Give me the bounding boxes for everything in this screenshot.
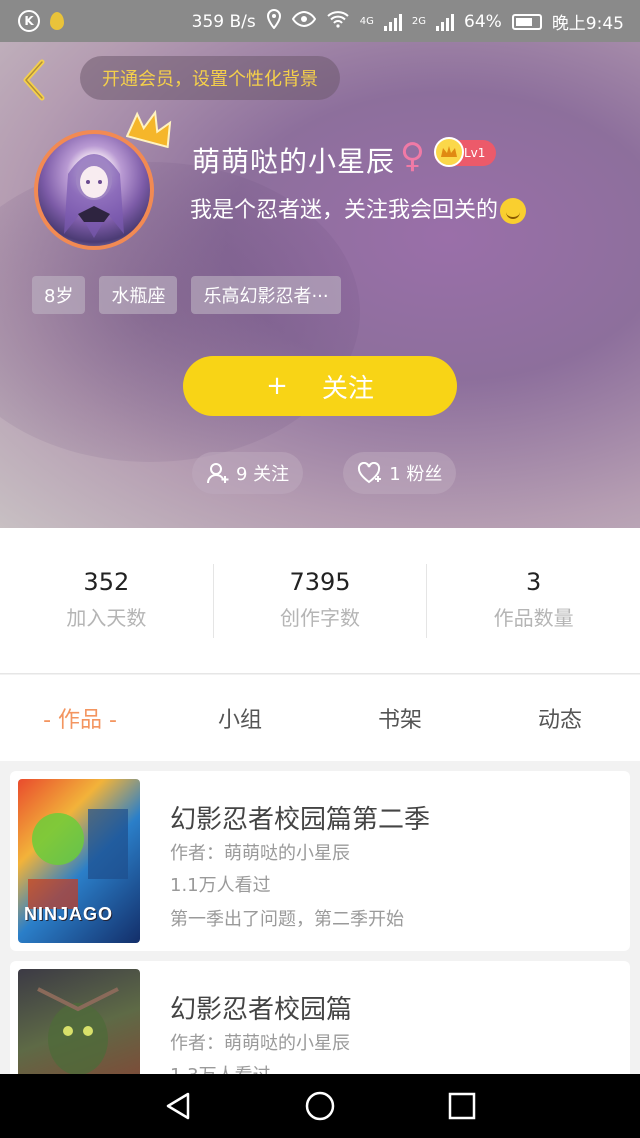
- cover-logo-text: NINJAGO: [24, 904, 114, 924]
- work-cover-image: [18, 969, 140, 1074]
- following-count: 9 关注: [236, 464, 290, 485]
- signal-icon-2: [436, 13, 455, 31]
- fans-button[interactable]: 1 粉丝: [343, 452, 457, 494]
- tag-interest: 乐高幻影忍者···: [191, 276, 341, 314]
- tab-works[interactable]: - 作品 -: [0, 702, 160, 734]
- nav-recents-button[interactable]: [446, 1090, 478, 1122]
- stat-value: 7395: [289, 567, 351, 596]
- plus-icon: +: [266, 371, 288, 401]
- square-recents-icon: [448, 1092, 476, 1120]
- fans-count: 1 粉丝: [389, 464, 443, 485]
- work-cover-image: NINJAGO: [18, 779, 140, 943]
- work-title: 幻影忍者校园篇: [170, 995, 353, 1025]
- tab-bookshelf[interactable]: 书架: [320, 702, 480, 734]
- nav-home-button[interactable]: [304, 1090, 336, 1122]
- battery-icon: [511, 13, 542, 30]
- stat-label: 作品数量: [493, 605, 574, 630]
- tag-age: 8岁: [32, 276, 86, 314]
- vip-banner[interactable]: 开通会员，设置个性化背景: [80, 56, 340, 100]
- triangle-back-icon: [166, 1092, 190, 1120]
- work-views: 1.3万人看过: [170, 1061, 271, 1074]
- signature-text: 我是个忍者迷，关注我会回关的: [190, 198, 499, 223]
- follow-button[interactable]: + 关注: [183, 356, 457, 416]
- work-title: 幻影忍者校园篇第二季: [170, 805, 431, 835]
- signal-icon-1: [383, 13, 402, 31]
- stat-word-count: 7395 创作字数: [212, 563, 427, 638]
- female-gender-icon: ♀: [400, 136, 425, 176]
- back-button[interactable]: [18, 58, 50, 102]
- work-card[interactable]: NINJAGO 幻影忍者校园篇第二季 作者：萌萌哒的小星辰 1.1万人看过 第一…: [10, 771, 630, 951]
- tag-zodiac: 水瓶座: [99, 276, 178, 314]
- tab-activity[interactable]: 动态: [480, 702, 640, 734]
- k-app-icon: K: [18, 10, 40, 32]
- add-user-icon: [207, 463, 229, 484]
- circle-home-icon: [305, 1091, 335, 1121]
- clock: 晚上9:45: [551, 14, 624, 34]
- stat-label: 创作字数: [280, 605, 360, 630]
- network-2g-label: 2G: [411, 16, 427, 27]
- heart-icon: [358, 462, 382, 484]
- username: 萌萌哒的小星辰: [192, 145, 396, 178]
- system-nav-bar: [0, 1074, 640, 1138]
- level-label: Lv1: [464, 146, 486, 160]
- stat-value: 352: [83, 567, 130, 596]
- network-4g-label: 4G: [359, 16, 374, 27]
- notification-drop-icon: [50, 12, 64, 30]
- profile-tabs: - 作品 - 小组 书架 动态: [0, 675, 640, 761]
- level-crown-icon: [434, 137, 464, 167]
- work-author: 作者：萌萌哒的小星辰: [170, 843, 350, 864]
- work-card[interactable]: 幻影忍者校园篇 作者：萌萌哒的小星辰 1.3万人看过: [10, 961, 630, 1074]
- stat-join-days: 352 加入天数: [0, 564, 213, 638]
- location-icon: [266, 8, 282, 34]
- eye-icon: [291, 10, 316, 32]
- follow-label: 关注: [321, 373, 374, 404]
- stat-works-count: 3 作品数量: [426, 563, 640, 638]
- work-description: 第一季出了问题，第二季开始: [170, 909, 404, 930]
- wifi-icon: [326, 10, 350, 33]
- tab-groups[interactable]: 小组: [160, 702, 320, 734]
- battery-percent: 64%: [464, 11, 502, 32]
- profile-header: 开通会员，设置个性化背景 萌萌哒的小星辰 ♀ Lv1 我是个忍者迷，关注我会回关…: [0, 42, 640, 528]
- signature: 我是个忍者迷，关注我会回关的: [190, 192, 527, 224]
- level-badge: Lv1: [434, 137, 496, 167]
- stat-label: 加入天数: [66, 605, 147, 630]
- stats-row: 352 加入天数 7395 创作字数 3 作品数量: [0, 528, 640, 674]
- crown-icon: [125, 108, 176, 149]
- following-button[interactable]: 9 关注: [192, 452, 304, 494]
- status-bar: K 359 B/s 4G 2G 64% 晚上9:45: [0, 0, 640, 42]
- chevron-left-icon: [23, 59, 45, 101]
- work-views: 1.1万人看过: [170, 875, 271, 896]
- stat-value: 3: [526, 567, 542, 596]
- nav-back-button[interactable]: [162, 1090, 194, 1122]
- smile-emoji-icon: [500, 198, 527, 224]
- profile-tags: 8岁 水瓶座 乐高幻影忍者···: [32, 276, 341, 314]
- work-author: 作者：萌萌哒的小星辰: [170, 1033, 350, 1054]
- network-speed: 359 B/s: [191, 11, 256, 32]
- works-list: NINJAGO 幻影忍者校园篇第二季 作者：萌萌哒的小星辰 1.1万人看过 第一…: [0, 761, 640, 1074]
